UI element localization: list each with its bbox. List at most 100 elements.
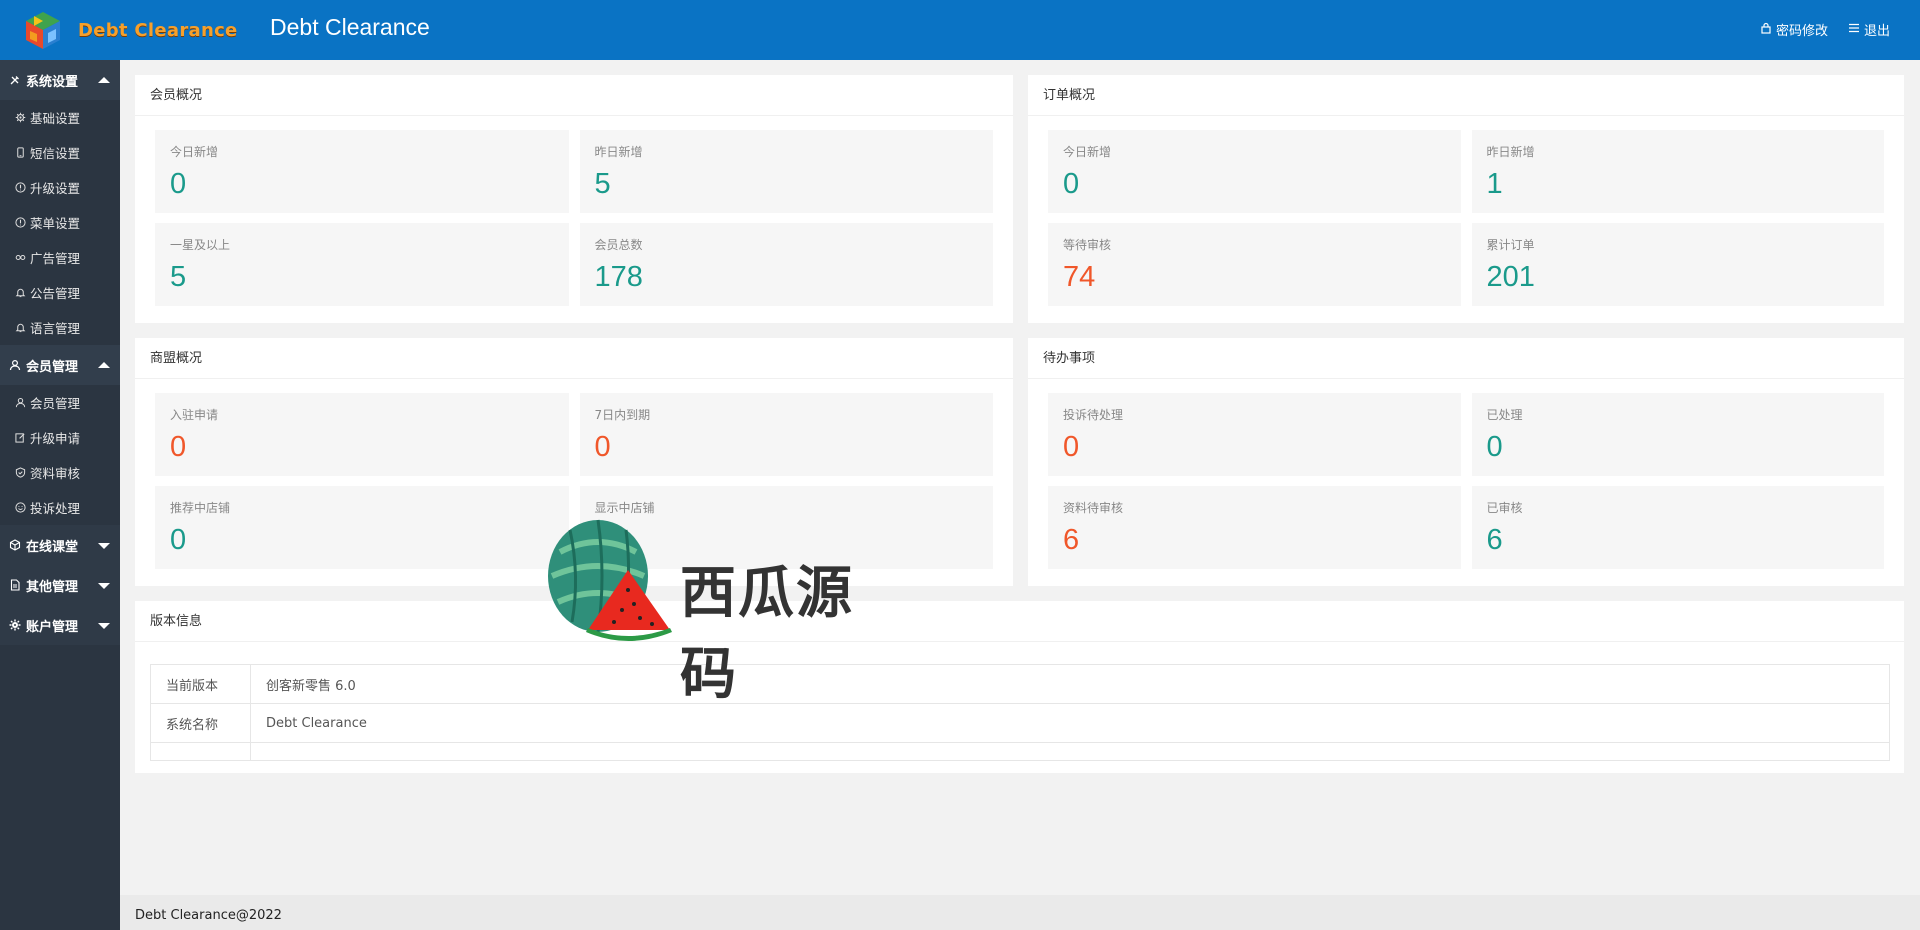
sidebar-item-sms-settings[interactable]: 短信设置: [0, 135, 120, 170]
table-row: [150, 742, 1890, 761]
sidebar-item-label: 投诉处理: [30, 501, 81, 516]
stat-value: 0: [170, 524, 187, 556]
member-overview-card: 会员概况 今日新增 0 昨日新增 5 一星及以上 5 会员总数 178: [135, 75, 1013, 323]
sidebar-group-member-management[interactable]: 会员管理: [0, 345, 120, 385]
stat-total-orders[interactable]: 累计订单 201: [1471, 223, 1884, 306]
stat-label: 推荐中店铺: [170, 501, 231, 515]
stat-value: 6: [1486, 524, 1503, 556]
stat-expiring-7-days[interactable]: 7日内到期 0: [579, 393, 993, 476]
table-row: 系统名称 Debt Clearance: [150, 703, 1890, 743]
sidebar-group-account-management[interactable]: 账户管理: [0, 605, 120, 645]
logout-link[interactable]: 退出: [1848, 20, 1890, 39]
stat-value: 5: [594, 168, 611, 200]
stat-label: 昨日新增: [1486, 145, 1535, 159]
gear-icon: [15, 112, 26, 123]
stat-join-applications[interactable]: 入驻申请 0: [155, 393, 569, 476]
table-cell-key: 系统名称: [150, 703, 251, 743]
sidebar-item-notice-management[interactable]: 公告管理: [0, 275, 120, 310]
sidebar-group-label: 会员管理: [26, 359, 79, 375]
change-password-label: 密码修改: [1775, 24, 1828, 39]
stat-recommended-shops[interactable]: 推荐中店铺 0: [155, 486, 569, 569]
chevron-down-icon: [98, 583, 110, 589]
stat-label: 投诉待处理: [1063, 408, 1124, 422]
stat-label: 累计订单: [1486, 238, 1535, 252]
stat-today-new[interactable]: 今日新增 0: [155, 130, 569, 213]
logo[interactable]: Debt Clearance: [22, 10, 238, 50]
stat-label: 已审核: [1486, 501, 1523, 515]
sidebar-item-member-management[interactable]: 会员管理: [0, 385, 120, 420]
stat-yesterday-new[interactable]: 昨日新增 1: [1471, 130, 1884, 213]
sidebar-item-profile-review[interactable]: 资料审核: [0, 455, 120, 490]
sidebar-item-language-management[interactable]: 语言管理: [0, 310, 120, 345]
sidebar-item-label: 广告管理: [30, 251, 81, 266]
edit-icon: [15, 432, 26, 443]
stat-yesterday-new[interactable]: 昨日新增 5: [579, 130, 993, 213]
stat-label: 等待审核: [1063, 238, 1112, 252]
table-cell-value: [250, 742, 1890, 761]
stat-member-total[interactable]: 会员总数 178: [579, 223, 993, 306]
sidebar-item-ad-management[interactable]: 广告管理: [0, 240, 120, 275]
stat-pending-review[interactable]: 等待审核 74: [1048, 223, 1461, 306]
top-header: Debt Clearance Debt Clearance 密码修改 退出: [0, 0, 1920, 60]
sidebar-item-upgrade-application[interactable]: 升级申请: [0, 420, 120, 455]
stat-label: 会员总数: [594, 238, 643, 252]
page-title: Debt Clearance: [270, 14, 430, 40]
sidebar-item-upgrade-settings[interactable]: 升级设置: [0, 170, 120, 205]
chevron-down-icon: [98, 543, 110, 549]
stat-processed[interactable]: 已处理 0: [1471, 393, 1884, 476]
stat-value: 1: [1486, 168, 1503, 200]
sidebar-item-menu-settings[interactable]: 菜单设置: [0, 205, 120, 240]
card-title: 版本信息: [135, 601, 1904, 642]
version-table: 当前版本 创客新零售 6.0 系统名称 Debt Clearance: [150, 664, 1890, 761]
phone-icon: [15, 147, 26, 158]
doc-icon: [9, 579, 21, 591]
link-icon: [15, 252, 26, 263]
sidebar-group-online-classroom[interactable]: 在线课堂: [0, 525, 120, 565]
stat-complaints-pending[interactable]: 投诉待处理 0: [1048, 393, 1461, 476]
stat-value: 6: [1063, 524, 1080, 556]
change-password-link[interactable]: 密码修改: [1760, 20, 1828, 39]
smile-icon: [15, 502, 26, 513]
stat-label: 今日新增: [170, 145, 219, 159]
sidebar-group-label: 账户管理: [26, 619, 79, 635]
stat-value: 201: [1486, 261, 1535, 293]
bell-icon: [15, 322, 26, 333]
stat-today-new[interactable]: 今日新增 0: [1048, 130, 1461, 213]
order-overview-card: 订单概况 今日新增 0 昨日新增 1 等待审核 74 累计订单 201: [1028, 75, 1904, 323]
stat-label: 一星及以上: [170, 238, 231, 252]
user-icon: [9, 359, 21, 371]
watermark-text: 西瓜源码: [680, 561, 854, 707]
sidebar-item-label: 公告管理: [30, 286, 81, 301]
stat-profiles-pending[interactable]: 资料待审核 6: [1048, 486, 1461, 569]
cube-icon: [9, 539, 21, 551]
stat-label: 资料待审核: [1063, 501, 1124, 515]
sidebar-group-other-management[interactable]: 其他管理: [0, 565, 120, 605]
table-cell-key: 当前版本: [150, 664, 251, 704]
sidebar-group-system-settings[interactable]: 系统设置: [0, 60, 120, 100]
stat-label: 入驻申请: [170, 408, 219, 422]
stat-grid: 投诉待处理 0 已处理 0 资料待审核 6 已审核 6: [1048, 393, 1884, 569]
bell-icon: [15, 287, 26, 298]
stat-reviewed[interactable]: 已审核 6: [1471, 486, 1884, 569]
logo-text: Debt Clearance: [78, 19, 238, 41]
info-circle-icon: [15, 182, 26, 193]
watermark: 西瓜源码: [540, 512, 900, 707]
sidebar-item-basic-settings[interactable]: 基础设置: [0, 100, 120, 135]
stat-value: 178: [594, 261, 643, 293]
sidebar-item-label: 短信设置: [30, 146, 81, 161]
lock-icon: [1760, 22, 1772, 38]
table-cell-value: 创客新零售 6.0: [250, 664, 1890, 704]
footer: Debt Clearance@2022: [120, 895, 1920, 930]
card-title: 会员概况: [135, 75, 1013, 116]
stat-value: 0: [170, 168, 187, 200]
sidebar-item-complaints[interactable]: 投诉处理: [0, 490, 120, 525]
sidebar-item-label: 会员管理: [30, 396, 81, 411]
stat-one-star-plus[interactable]: 一星及以上 5: [155, 223, 569, 306]
todo-card: 待办事项 投诉待处理 0 已处理 0 资料待审核 6 已审核 6: [1028, 338, 1904, 586]
logout-label: 退出: [1863, 24, 1890, 39]
sidebar-item-label: 升级设置: [30, 181, 81, 196]
shield-icon: [15, 467, 26, 478]
watermelon-logo-icon: [548, 519, 672, 641]
sidebar-item-label: 菜单设置: [30, 216, 81, 231]
stat-value: 0: [1486, 431, 1503, 463]
